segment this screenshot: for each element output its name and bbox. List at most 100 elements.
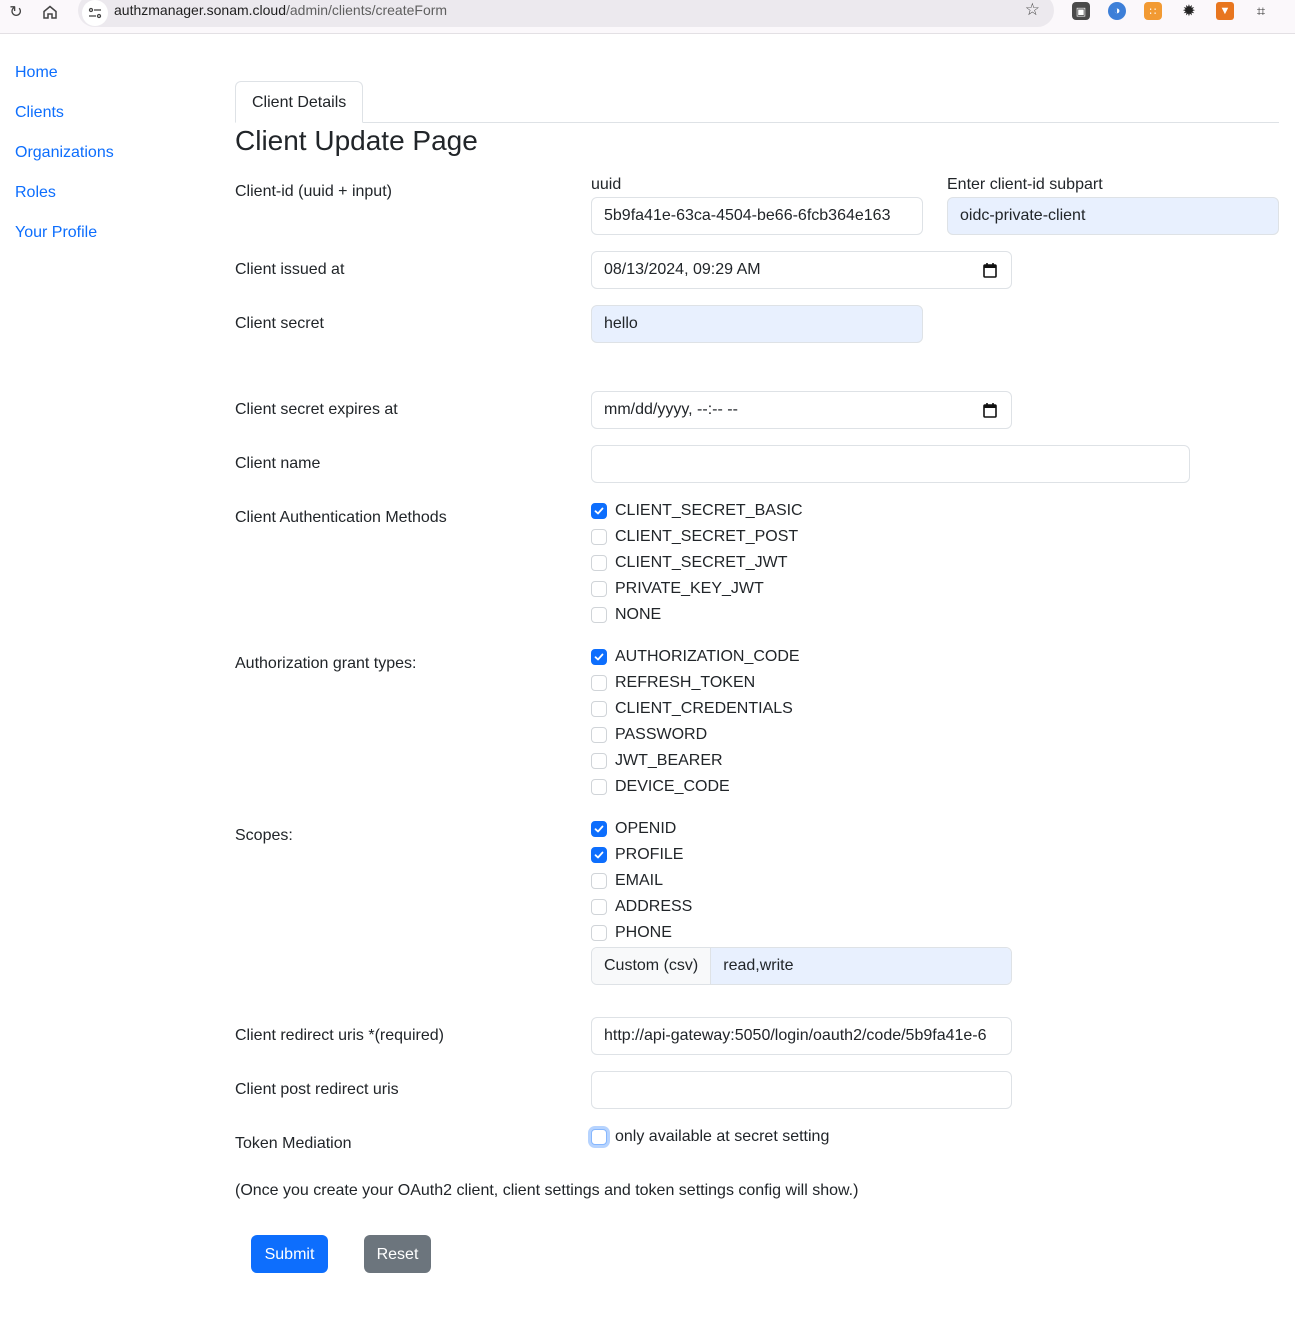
client-issued-at-label: Client issued at: [235, 261, 345, 278]
reset-button[interactable]: Reset: [364, 1235, 431, 1273]
client-secret-expires-label: Client secret expires at: [235, 401, 398, 418]
address-bar[interactable]: authzmanager.sonam.cloud/admin/clients/c…: [78, 0, 1054, 27]
scopes-label: Scopes:: [235, 827, 293, 844]
scope-option[interactable]: EMAIL: [591, 871, 663, 891]
extensions-puzzle-icon[interactable]: ⌗: [1252, 2, 1270, 20]
sidebar-nav: Home Clients Organizations Roles Your Pr…: [15, 62, 114, 262]
post-redirect-uris-label: Client post redirect uris: [235, 1081, 399, 1098]
reload-icon[interactable]: ↻: [4, 0, 28, 24]
token-mediation-checkbox-label: only available at secret setting: [615, 1128, 830, 1145]
client-name-label: Client name: [235, 455, 321, 472]
grant-type-checkbox[interactable]: [591, 727, 607, 743]
scope-option[interactable]: PHONE: [591, 923, 672, 943]
scope-checkbox-label: EMAIL: [615, 872, 664, 889]
metamask-fox-icon[interactable]: ▼: [1216, 2, 1234, 20]
grant-type-option[interactable]: DEVICE_CODE: [591, 777, 730, 797]
client-secret-label: Client secret: [235, 315, 324, 332]
scope-checkbox-label: PROFILE: [615, 846, 684, 863]
browser-toolbar: ↻ authzmanager.sonam.cloud/admin/clients…: [0, 0, 1295, 34]
checkmark-icon: [594, 851, 604, 859]
auth-method-option[interactable]: CLIENT_SECRET_BASIC: [591, 501, 803, 521]
extension-3-icon[interactable]: ∷: [1144, 2, 1162, 20]
grant-type-checkbox-label: CLIENT_CREDENTIALS: [615, 700, 793, 717]
scope-option[interactable]: OPENID: [591, 819, 676, 839]
url-text: authzmanager.sonam.cloud/admin/clients/c…: [114, 2, 448, 18]
grant-type-option[interactable]: AUTHORIZATION_CODE: [591, 647, 800, 667]
grant-type-option[interactable]: REFRESH_TOKEN: [591, 673, 755, 693]
scope-checkbox[interactable]: [591, 899, 607, 915]
scope-checkbox[interactable]: [591, 873, 607, 889]
uuid-input[interactable]: 5b9fa41e-63ca-4504-be66-6fcb364e163: [591, 197, 923, 235]
sidebar-item-your-profile[interactable]: Your Profile: [15, 222, 114, 262]
sidebar-item-organizations[interactable]: Organizations: [15, 142, 114, 182]
custom-scopes-addon: Custom (csv): [592, 948, 712, 984]
auth-method-checkbox[interactable]: [591, 503, 607, 519]
client-secret-input[interactable]: hello: [591, 305, 923, 343]
grant-type-checkbox[interactable]: [591, 753, 607, 769]
post-redirect-uris-input[interactable]: [591, 1071, 1012, 1109]
extension-1-icon[interactable]: ▣: [1072, 2, 1090, 20]
grant-type-option[interactable]: CLIENT_CREDENTIALS: [591, 699, 793, 719]
auth-method-checkbox-label: PRIVATE_KEY_JWT: [615, 580, 764, 597]
calendar-icon[interactable]: [983, 262, 997, 278]
redirect-uris-input[interactable]: http://api-gateway:5050/login/oauth2/cod…: [591, 1017, 1012, 1055]
auth-method-checkbox-label: CLIENT_SECRET_POST: [615, 528, 799, 545]
grant-type-checkbox-label: DEVICE_CODE: [615, 778, 730, 795]
auth-method-option[interactable]: NONE: [591, 605, 661, 625]
auth-method-checkbox-label: CLIENT_SECRET_BASIC: [615, 502, 803, 519]
extension-2-icon[interactable]: ◑: [1108, 2, 1126, 20]
custom-scopes-input[interactable]: read,write: [711, 948, 1011, 984]
grant-type-checkbox[interactable]: [591, 701, 607, 717]
page-title: Client Update Page: [235, 125, 478, 156]
client-id-subpart-input[interactable]: oidc-private-client: [947, 197, 1279, 235]
client-id-subpart-label: Enter client-id subpart: [947, 176, 1103, 193]
grant-type-checkbox[interactable]: [591, 675, 607, 691]
client-name-input[interactable]: [591, 445, 1190, 483]
grant-type-checkbox[interactable]: [591, 649, 607, 665]
grant-type-checkbox-label: AUTHORIZATION_CODE: [615, 648, 800, 665]
scope-checkbox[interactable]: [591, 847, 607, 863]
grant-type-option[interactable]: PASSWORD: [591, 725, 707, 745]
scope-option[interactable]: PROFILE: [591, 845, 683, 865]
scope-checkbox[interactable]: [591, 925, 607, 941]
auth-method-checkbox-label: CLIENT_SECRET_JWT: [615, 554, 788, 571]
checkmark-icon: [594, 653, 604, 661]
client-secret-expires-placeholder: mm/dd/yyyy, --:-- --: [604, 401, 738, 418]
sidebar-item-home[interactable]: Home: [15, 62, 114, 102]
tab-client-details[interactable]: Client Details: [235, 81, 364, 123]
client-id-label: Client-id (uuid + input): [235, 183, 392, 200]
sidebar-item-roles[interactable]: Roles: [15, 182, 114, 222]
bookmark-star-icon[interactable]: ☆: [1025, 0, 1040, 20]
submit-button[interactable]: Submit: [251, 1235, 328, 1273]
auth-method-checkbox[interactable]: [591, 581, 607, 597]
scope-checkbox[interactable]: [591, 821, 607, 837]
grant-type-checkbox-label: REFRESH_TOKEN: [615, 674, 756, 691]
tab-bar: Client Details: [235, 81, 1279, 123]
extension-4-icon[interactable]: ✹: [1180, 2, 1198, 20]
checkmark-icon: [594, 825, 604, 833]
scope-checkbox-label: ADDRESS: [615, 898, 693, 915]
site-settings-icon[interactable]: [82, 0, 108, 26]
redirect-uris-label: Client redirect uris *(required): [235, 1027, 444, 1044]
grant-type-option[interactable]: JWT_BEARER: [591, 751, 723, 771]
sidebar-item-clients[interactable]: Clients: [15, 102, 114, 142]
auth-method-option[interactable]: CLIENT_SECRET_JWT: [591, 553, 787, 573]
auth-method-option[interactable]: CLIENT_SECRET_POST: [591, 527, 798, 547]
scope-option[interactable]: ADDRESS: [591, 897, 692, 917]
custom-scopes-group: Custom (csv) read,write: [591, 947, 1012, 985]
auth-method-checkbox[interactable]: [591, 607, 607, 623]
auth-method-option[interactable]: PRIVATE_KEY_JWT: [591, 579, 764, 599]
client-issued-at-input[interactable]: 08/13/2024, 09:29 AM: [591, 251, 1012, 289]
grant-type-checkbox[interactable]: [591, 779, 607, 795]
auth-methods-label: Client Authentication Methods: [235, 509, 447, 526]
auth-method-checkbox-label: NONE: [615, 606, 662, 623]
home-icon[interactable]: [38, 0, 62, 24]
token-mediation-checkbox[interactable]: [591, 1129, 607, 1145]
auth-method-checkbox[interactable]: [591, 529, 607, 545]
client-secret-expires-input[interactable]: mm/dd/yyyy, --:-- --: [591, 391, 1012, 429]
token-mediation-option[interactable]: only available at secret setting: [591, 1127, 829, 1147]
auth-method-checkbox[interactable]: [591, 555, 607, 571]
scope-checkbox-label: OPENID: [615, 820, 677, 837]
grant-type-checkbox-label: PASSWORD: [615, 726, 708, 743]
calendar-icon[interactable]: [983, 402, 997, 418]
